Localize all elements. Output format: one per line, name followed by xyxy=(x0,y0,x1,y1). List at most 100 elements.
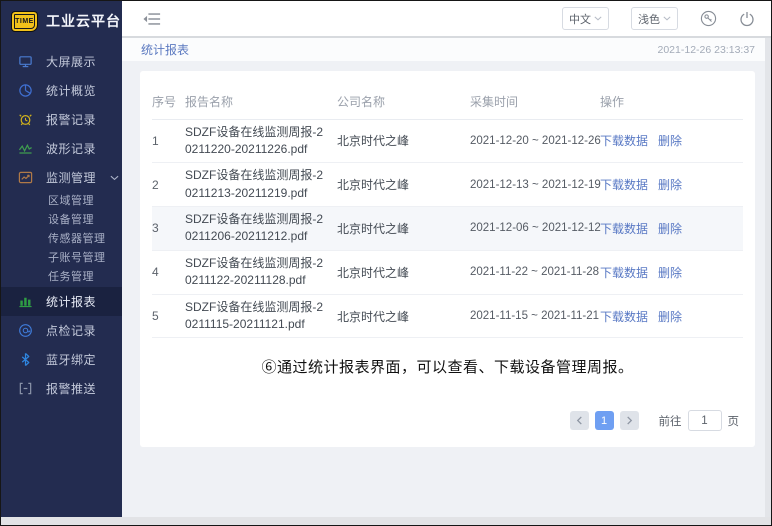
table-row: 2 SDZF设备在线监测周报-20211213-20211219.pdf 北京时… xyxy=(152,163,743,207)
row-index: 1 xyxy=(152,119,185,163)
download-data-link[interactable]: 下载数据 xyxy=(600,266,648,280)
language-select-value: 中文 xyxy=(569,11,591,27)
delete-link[interactable]: 删除 xyxy=(658,310,682,324)
chevron-down-icon xyxy=(594,16,602,21)
prev-page-button[interactable] xyxy=(570,411,589,430)
col-company-name: 公司名称 xyxy=(337,91,470,119)
sidebar-item-label: 点检记录 xyxy=(46,322,96,339)
report-name: SDZF设备在线监测周报-20211115-20211121.pdf xyxy=(185,294,337,338)
collection-period: 2021-12-13 ~ 2021-12-19 xyxy=(470,163,600,207)
theme-select-value: 浅色 xyxy=(638,11,660,27)
delete-link[interactable]: 删除 xyxy=(658,266,682,280)
next-page-button[interactable] xyxy=(620,411,639,430)
table-row: 5 SDZF设备在线监测周报-20211115-20211121.pdf 北京时… xyxy=(152,294,743,338)
sidebar: TIME 工业云平台 大屏展示 统计概览 报警记录 xyxy=(1,1,122,517)
menu-fold-icon[interactable] xyxy=(143,12,161,26)
sidebar-item-alarm-push[interactable]: 报警推送 xyxy=(1,374,122,403)
app-window: TIME 工业云平台 大屏展示 统计概览 报警记录 xyxy=(0,0,772,526)
delete-link[interactable]: 删除 xyxy=(658,134,682,148)
sidebar-item-label: 监测管理 xyxy=(46,169,96,186)
sidebar-item-label: 统计概览 xyxy=(46,82,96,99)
row-index: 4 xyxy=(152,250,185,294)
download-data-link[interactable]: 下载数据 xyxy=(600,222,648,236)
sidebar-item-stats-report[interactable]: 统计报表 xyxy=(1,287,122,316)
sidebar-item-label: 蓝牙绑定 xyxy=(46,351,96,368)
theme-select[interactable]: 浅色 xyxy=(631,7,678,30)
table-row: 3 SDZF设备在线监测周报-20211206-20211212.pdf 北京时… xyxy=(152,207,743,251)
sidebar-subitem-subaccount-mgmt[interactable]: 子账号管理 xyxy=(1,249,122,268)
report-name: SDZF设备在线监测周报-20211122-20211128.pdf xyxy=(185,250,337,294)
report-card: 序号 报告名称 公司名称 采集时间 操作 1 SDZF设备在线监测周报-2021… xyxy=(140,71,755,447)
password-key-icon[interactable] xyxy=(700,10,717,27)
goto-label: 前往 xyxy=(659,413,682,429)
sidebar-item-label: 报警记录 xyxy=(46,111,96,128)
table-row: 4 SDZF设备在线监测周报-20211122-20211128.pdf 北京时… xyxy=(152,250,743,294)
report-name: SDZF设备在线监测周报-20211213-20211219.pdf xyxy=(185,163,337,207)
time-logo-icon: TIME xyxy=(11,11,38,32)
annotation-text: ⑥通过统计报表界面，可以查看、下载设备管理周报。 xyxy=(152,356,743,377)
download-data-link[interactable]: 下载数据 xyxy=(600,310,648,324)
sidebar-item-stats-overview[interactable]: 统计概览 xyxy=(1,76,122,105)
collection-period: 2021-12-06 ~ 2021-12-12 xyxy=(470,207,600,251)
timestamp: 2021-12-26 23:13:37 xyxy=(658,44,756,56)
row-index: 2 xyxy=(152,163,185,207)
report-table: 序号 报告名称 公司名称 采集时间 操作 1 SDZF设备在线监测周报-2021… xyxy=(152,91,743,338)
sidebar-item-label: 报警推送 xyxy=(46,380,96,397)
row-index: 5 xyxy=(152,294,185,338)
table-row: 1 SDZF设备在线监测周报-20211220-20211226.pdf 北京时… xyxy=(152,119,743,163)
company-name: 北京时代之峰 xyxy=(337,207,470,251)
bar-chart-icon xyxy=(18,294,33,309)
sidebar-item-alarm-records[interactable]: 报警记录 xyxy=(1,105,122,134)
sidebar-subitem-sensor-mgmt[interactable]: 传感器管理 xyxy=(1,230,122,249)
pie-chart-icon xyxy=(18,83,33,98)
col-operation: 操作 xyxy=(600,91,743,119)
page-1-button[interactable]: 1 xyxy=(595,411,614,430)
logo: TIME 工业云平台 xyxy=(1,1,122,41)
monitoring-submenu: 区域管理 设备管理 传感器管理 子账号管理 任务管理 xyxy=(1,192,122,287)
company-name: 北京时代之峰 xyxy=(337,119,470,163)
bluetooth-icon xyxy=(18,352,33,367)
waveform-icon xyxy=(18,141,33,156)
company-name: 北京时代之峰 xyxy=(337,294,470,338)
download-data-link[interactable]: 下载数据 xyxy=(600,134,648,148)
top-header: 中文 浅色 xyxy=(122,1,771,38)
page-unit-label: 页 xyxy=(728,413,740,429)
breadcrumb-bar: 统计报表 2021-12-26 23:13:37 xyxy=(122,38,771,61)
sidebar-subitem-device-mgmt[interactable]: 设备管理 xyxy=(1,211,122,230)
collection-period: 2021-11-15 ~ 2021-11-21 xyxy=(470,294,600,338)
download-data-link[interactable]: 下载数据 xyxy=(600,178,648,192)
scrollbar[interactable] xyxy=(765,38,771,517)
sidebar-nav: 大屏展示 统计概览 报警记录 波形记录 xyxy=(1,47,122,403)
delete-link[interactable]: 删除 xyxy=(658,178,682,192)
table-header-row: 序号 报告名称 公司名称 采集时间 操作 xyxy=(152,91,743,119)
app-title: 工业云平台 xyxy=(46,11,121,31)
trend-chart-icon xyxy=(18,170,33,185)
goto-page-input[interactable] xyxy=(688,410,722,431)
content-area: 序号 报告名称 公司名称 采集时间 操作 1 SDZF设备在线监测周报-2021… xyxy=(122,61,771,517)
collection-period: 2021-12-20 ~ 2021-12-26 xyxy=(470,119,600,163)
col-report-name: 报告名称 xyxy=(185,91,337,119)
chevron-down-icon xyxy=(663,16,671,21)
sidebar-item-waveform-records[interactable]: 波形记录 xyxy=(1,134,122,163)
sidebar-item-label: 波形记录 xyxy=(46,140,96,157)
row-index: 3 xyxy=(152,207,185,251)
sidebar-item-screen-display[interactable]: 大屏展示 xyxy=(1,47,122,76)
col-index: 序号 xyxy=(152,91,185,119)
col-collection-time: 采集时间 xyxy=(470,91,600,119)
sidebar-subitem-region-mgmt[interactable]: 区域管理 xyxy=(1,192,122,211)
at-icon xyxy=(18,323,33,338)
delete-link[interactable]: 删除 xyxy=(658,222,682,236)
report-name: SDZF设备在线监测周报-20211206-20211212.pdf xyxy=(185,207,337,251)
sidebar-item-monitoring-mgmt[interactable]: 监测管理 xyxy=(1,163,122,192)
sidebar-subitem-task-mgmt[interactable]: 任务管理 xyxy=(1,268,122,287)
sidebar-item-label: 统计报表 xyxy=(46,293,96,310)
sidebar-item-bluetooth-binding[interactable]: 蓝牙绑定 xyxy=(1,345,122,374)
main-area: 中文 浅色 统计报表 xyxy=(122,1,771,517)
power-icon[interactable] xyxy=(739,11,755,27)
breadcrumb[interactable]: 统计报表 xyxy=(141,41,189,58)
language-select[interactable]: 中文 xyxy=(562,7,609,30)
monitor-icon xyxy=(18,54,33,69)
sidebar-item-spot-check[interactable]: 点检记录 xyxy=(1,316,122,345)
window-bottom-edge xyxy=(1,517,771,525)
collection-period: 2021-11-22 ~ 2021-11-28 xyxy=(470,250,600,294)
